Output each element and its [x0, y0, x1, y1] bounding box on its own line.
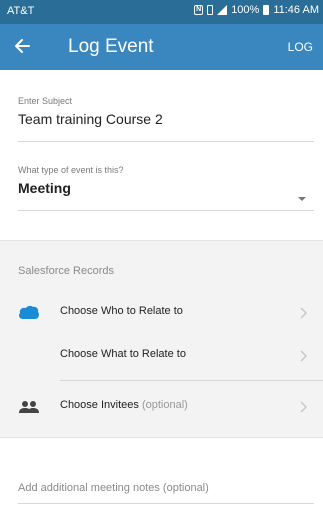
chevron-right-icon: [300, 401, 308, 413]
event-type-select[interactable]: Meeting: [18, 180, 314, 196]
status-icons: N 100% 11:46 AM: [194, 4, 319, 16]
row-divider: [60, 380, 323, 381]
battery-percent: 100%: [231, 4, 260, 16]
subject-field[interactable]: Enter Subject Team training Course 2: [18, 96, 314, 142]
back-button[interactable]: [10, 34, 34, 58]
page-title: Log Event: [68, 36, 154, 57]
notes-input[interactable]: Add additional meeting notes (optional): [18, 482, 209, 494]
dropdown-arrow-icon[interactable]: [298, 197, 306, 201]
choose-what-label: Choose What to Relate to: [60, 348, 186, 360]
status-bar: AT&T N 100% 11:46 AM: [0, 0, 323, 24]
status-time: 11:46 AM: [273, 4, 319, 16]
choose-what-row[interactable]: Choose What to Relate to: [0, 336, 323, 376]
choose-who-label: Choose Who to Relate to: [60, 305, 183, 317]
salesforce-cloud-icon: [18, 305, 40, 326]
battery-icon: [263, 5, 270, 15]
arrow-left-icon: [15, 39, 30, 53]
choose-invitees-row[interactable]: Choose Invitees (optional): [0, 387, 323, 427]
event-type-field[interactable]: What type of event is this? Meeting: [18, 165, 314, 211]
vibrate-icon: [207, 5, 214, 15]
section-header: Salesforce Records: [18, 265, 114, 277]
people-icon: [18, 399, 40, 420]
notes-underline: [18, 503, 314, 504]
subject-input[interactable]: Team training Course 2: [18, 111, 314, 127]
app-bar: Log Event LOG: [0, 24, 323, 70]
chevron-right-icon: [300, 307, 308, 319]
salesforce-records-section: Salesforce Records Choose Who to Relate …: [0, 240, 323, 438]
log-button[interactable]: LOG: [288, 40, 313, 54]
choose-invitees-text: Choose Invitees: [60, 399, 139, 411]
event-type-label: What type of event is this?: [18, 165, 124, 175]
nfc-icon: N: [194, 5, 204, 15]
chevron-right-icon: [300, 350, 308, 362]
choose-who-row[interactable]: Choose Who to Relate to: [0, 293, 323, 333]
optional-hint: (optional): [141, 399, 188, 411]
choose-invitees-label: Choose Invitees (optional): [60, 399, 188, 411]
subject-label: Enter Subject: [18, 96, 73, 106]
carrier-label: AT&T: [7, 5, 35, 17]
signal-icon: [217, 5, 228, 15]
